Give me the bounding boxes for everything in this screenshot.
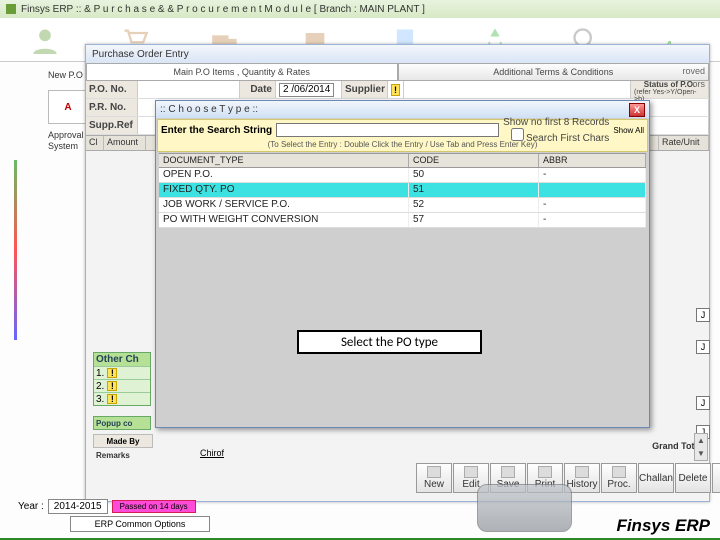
device-image	[477, 484, 572, 532]
pr-no-label: P.R. No.	[86, 99, 138, 116]
row-j-box[interactable]: J	[696, 340, 710, 354]
po-tabs: Main P.O Items , Quantity & Rates Additi…	[86, 63, 709, 81]
supp-ref-label: Supp.Ref	[86, 117, 138, 134]
delete-button[interactable]: Delete	[675, 463, 711, 493]
row-j-box[interactable]: J	[696, 308, 710, 322]
show-all-link[interactable]: Show All	[613, 126, 644, 135]
app-title: Finsys ERP :: & P u r c h a s e & & P r …	[21, 4, 425, 15]
user-icon	[29, 26, 61, 54]
choose-grid-header: DOCUMENT_TYPE CODE ABBR	[159, 153, 646, 168]
other-ch-row[interactable]: 2.!	[94, 379, 150, 392]
made-by-value: Chirof	[200, 448, 224, 458]
new-po-label: New P.O	[48, 70, 83, 80]
print-icon	[538, 466, 552, 478]
date-input[interactable]: 2 /06/2014	[279, 83, 334, 97]
challan-button[interactable]: Challan	[638, 463, 674, 493]
year-value[interactable]: 2014-2015	[48, 499, 108, 514]
supplier-field[interactable]	[404, 81, 631, 98]
po-window-title: Purchase Order Entry	[86, 45, 709, 63]
other-charges-box: Other Ch 1.! 2.! 3.!	[93, 352, 151, 406]
magenta-status[interactable]: Passed on 14 days	[112, 500, 196, 513]
warn-icon[interactable]: !	[107, 368, 117, 378]
year-bar: Year : 2014-2015 Passed on 14 days	[18, 499, 196, 514]
search-first-checkbox[interactable]	[511, 128, 524, 141]
other-ch-row[interactable]: 3.!	[94, 392, 150, 405]
overflow-text: roved	[682, 66, 705, 76]
choose-grid-rows: OPEN P.O.50- FIXED QTY. PO51 JOB WORK / …	[159, 168, 646, 228]
proc-button[interactable]: Proc.	[601, 463, 637, 493]
scroll-down-icon[interactable]: ▼	[695, 447, 707, 460]
tab-terms[interactable]: Additional Terms & Conditions	[398, 63, 710, 81]
row-j-box[interactable]: J	[696, 396, 710, 410]
history-icon	[575, 466, 589, 478]
choose-empty-area	[159, 228, 646, 398]
year-label: Year :	[18, 501, 44, 512]
choose-type-title: :: C h o o s e T y p e ::	[160, 104, 258, 115]
enter-search-label: Enter the Search String	[161, 125, 272, 136]
search-input[interactable]	[276, 123, 499, 137]
supplier-label: Supplier	[342, 81, 388, 98]
popup-co-button[interactable]: Popup co	[93, 416, 151, 430]
overflow-text2: ors	[692, 79, 705, 89]
supplier-lookup-icon[interactable]: !	[391, 84, 400, 96]
remarks-label: Remarks	[93, 448, 153, 462]
approval-a-icon[interactable]: A	[48, 90, 88, 124]
warn-icon[interactable]: !	[107, 394, 117, 404]
po-no-label: P.O. No.	[86, 81, 138, 98]
remarks-scrollbar[interactable]: ▲▼	[694, 433, 708, 461]
approval-label: Approval System	[48, 130, 88, 152]
app-titlebar: Finsys ERP :: & P u r c h a s e & & P r …	[0, 0, 720, 18]
tab-items[interactable]: Main P.O Items , Quantity & Rates	[86, 63, 398, 81]
new-icon	[427, 466, 441, 478]
edit-icon	[464, 466, 478, 478]
scroll-up-icon[interactable]: ▲	[695, 434, 707, 447]
save-icon	[501, 466, 515, 478]
exit-button[interactable]: Exit	[712, 463, 720, 493]
app-icon	[6, 4, 16, 14]
erp-common-options-button[interactable]: ERP Common Options	[70, 516, 210, 532]
made-by-label: Made By	[93, 434, 153, 448]
search-panel: Enter the Search String Show no first 8 …	[157, 119, 648, 152]
show-first-label[interactable]: Show no first 8 Records	[503, 117, 609, 128]
choose-row[interactable]: JOB WORK / SERVICE P.O.52-	[159, 198, 646, 213]
color-strip	[14, 160, 17, 340]
choose-row-selected[interactable]: FIXED QTY. PO51	[159, 183, 646, 198]
brand-label: Finsys ERP	[616, 516, 710, 536]
choose-type-dialog: :: C h o o s e T y p e :: X Enter the Se…	[155, 100, 650, 428]
choose-row[interactable]: PO WITH WEIGHT CONVERSION57-	[159, 213, 646, 228]
proc-icon	[612, 466, 626, 478]
choose-type-titlebar: :: C h o o s e T y p e :: X	[156, 101, 649, 118]
date-label: Date	[240, 81, 276, 98]
callout-label: Select the PO type	[297, 330, 482, 354]
close-icon[interactable]: X	[629, 103, 645, 117]
other-ch-header: Other Ch	[94, 353, 150, 366]
choose-row[interactable]: OPEN P.O.50-	[159, 168, 646, 183]
po-no-field[interactable]	[138, 81, 240, 98]
other-ch-row[interactable]: 1.!	[94, 366, 150, 379]
new-button[interactable]: New	[416, 463, 452, 493]
warn-icon[interactable]: !	[107, 381, 117, 391]
